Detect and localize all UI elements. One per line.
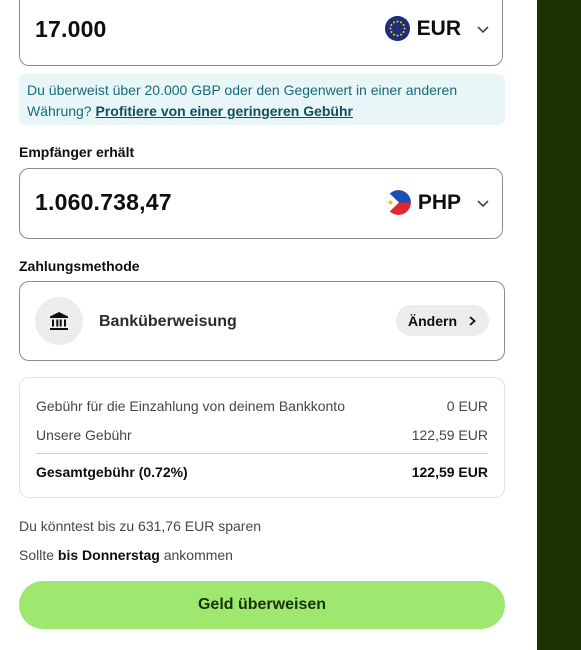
arrival-estimate: Sollte bis Donnerstag ankommen xyxy=(19,547,233,563)
background-strip xyxy=(537,0,581,650)
send-amount-field[interactable]: 17.000 EUR xyxy=(19,0,503,66)
fee-row-label: Gebühr für die Einzahlung von deinem Ban… xyxy=(36,398,345,414)
recipient-amount-field[interactable]: 1.060.738,47 PHP xyxy=(19,168,503,239)
eu-flag-icon xyxy=(384,16,410,41)
savings-text: Du könntest bis zu 631,76 EUR sparen xyxy=(19,518,262,534)
recipient-currency-code: PHP xyxy=(417,190,461,214)
send-currency-selector[interactable]: EUR xyxy=(384,16,490,41)
send-money-button[interactable]: Geld überweisen xyxy=(19,581,505,629)
fee-row-label: Unsere Gebühr xyxy=(36,427,132,443)
recipient-amount-input[interactable]: 1.060.738,47 xyxy=(35,189,172,216)
chevron-down-icon xyxy=(477,199,489,207)
recipient-currency-selector[interactable]: PHP xyxy=(385,190,490,215)
philippines-flag-icon xyxy=(385,190,411,215)
volume-discount-banner: Du überweist über 20.000 GBP oder den Ge… xyxy=(19,74,505,125)
payment-method-label: Zahlungsmethode xyxy=(19,258,140,274)
chevron-right-icon xyxy=(469,315,476,326)
payment-method-name: Banküberweisung xyxy=(99,313,237,330)
arrival-prefix: Sollte xyxy=(19,547,58,563)
send-currency-code: EUR xyxy=(416,16,461,40)
total-fee-value: 122,59 EUR xyxy=(411,464,488,480)
fee-row: Gebühr für die Einzahlung von deinem Ban… xyxy=(36,398,488,414)
bank-icon xyxy=(35,297,83,345)
total-fee-label: Gesamtgebühr (0.72%) xyxy=(36,464,188,480)
payment-method-card[interactable]: Banküberweisung Ändern xyxy=(19,281,505,361)
recipient-amount-label: Empfänger erhält xyxy=(19,144,135,160)
fee-row-value: 0 EUR xyxy=(446,398,488,414)
arrival-day: bis Donnerstag xyxy=(57,547,160,563)
fee-summary-card: Gebühr für die Einzahlung von deinem Ban… xyxy=(19,377,505,498)
fee-row: Unsere Gebühr 122,59 EUR xyxy=(36,427,488,443)
send-amount-input[interactable]: 17.000 xyxy=(35,16,107,43)
fee-divider xyxy=(36,453,488,454)
change-method-button[interactable]: Ändern xyxy=(396,305,489,336)
change-method-label: Ändern xyxy=(408,312,457,329)
chevron-down-icon xyxy=(477,25,489,33)
total-fee-row: Gesamtgebühr (0.72%) 122,59 EUR xyxy=(36,464,488,480)
fee-row-value: 122,59 EUR xyxy=(411,427,488,443)
arrival-suffix: ankommen xyxy=(159,547,233,563)
lower-fee-link[interactable]: Profitiere von einer geringeren Gebühr xyxy=(95,103,353,119)
